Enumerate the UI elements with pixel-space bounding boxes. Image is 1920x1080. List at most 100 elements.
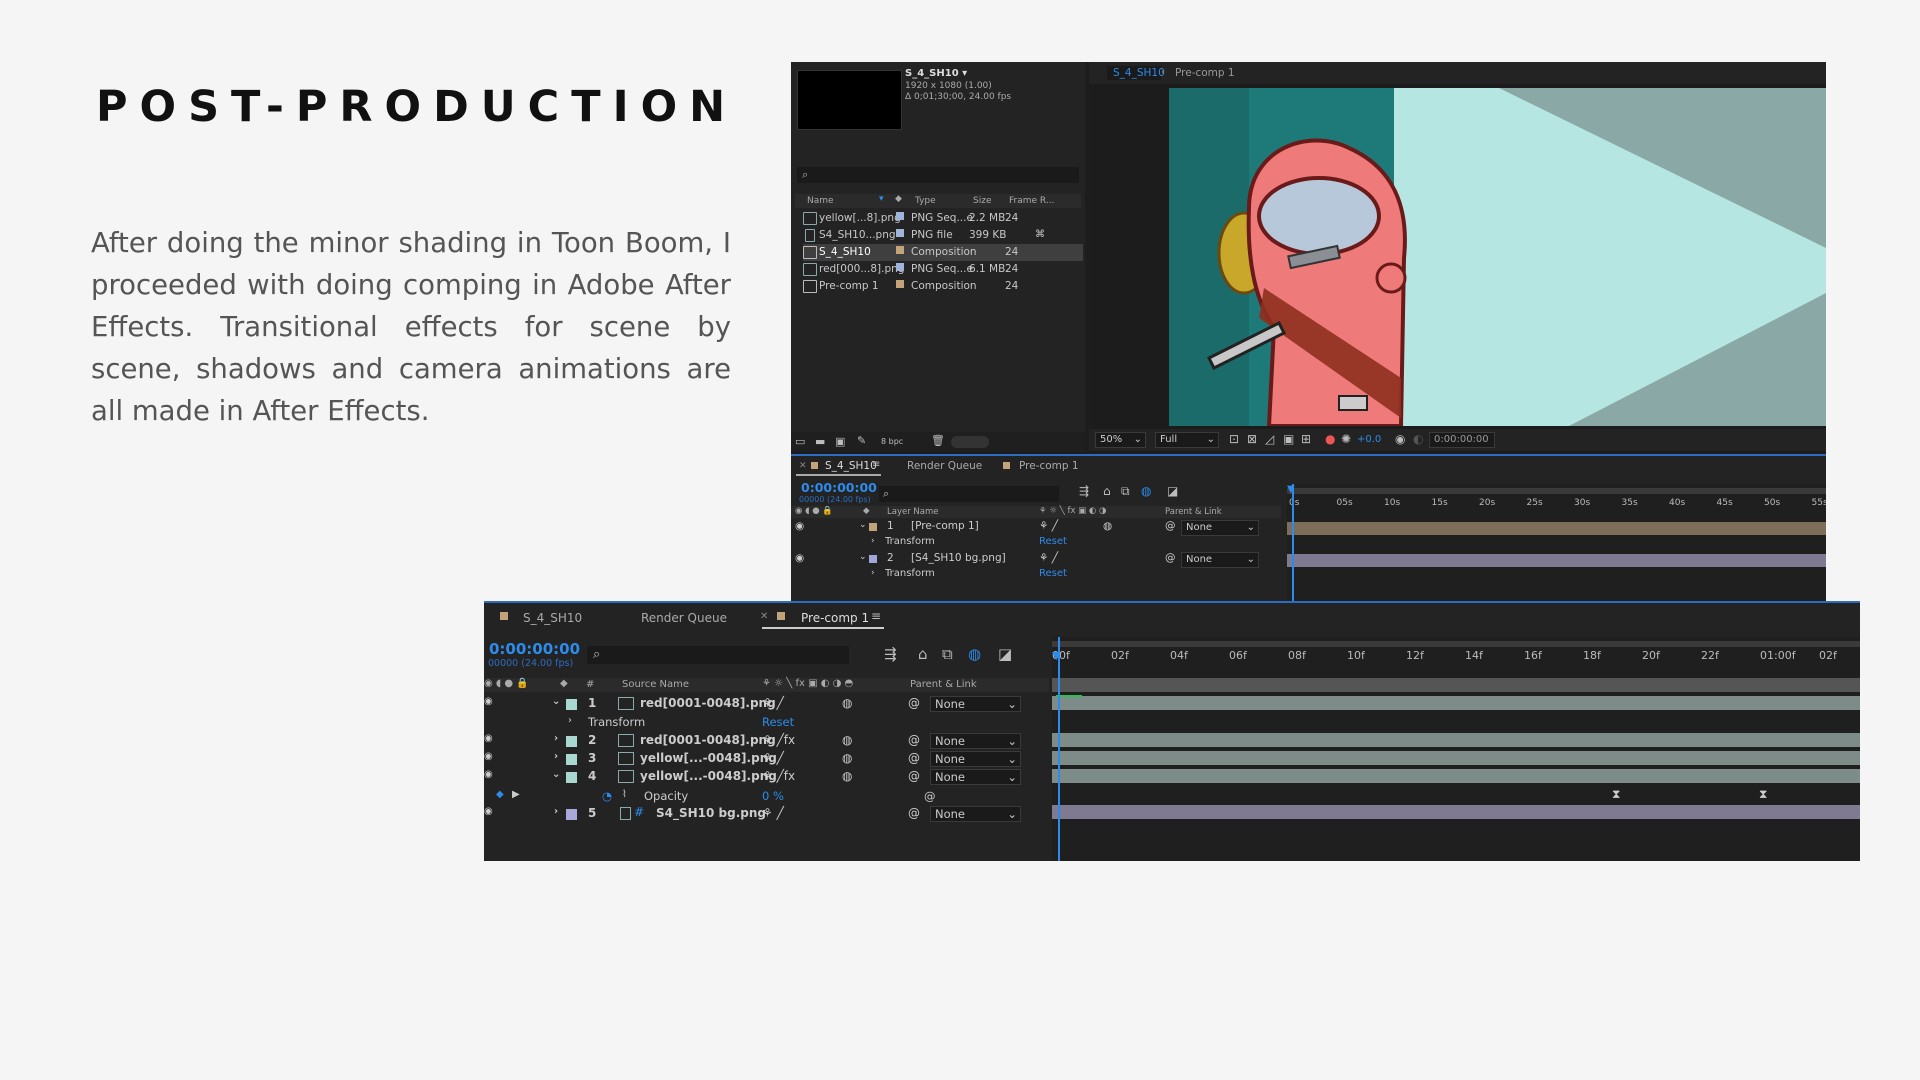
- color-channels-icon[interactable]: ●: [1325, 432, 1335, 446]
- project-item[interactable]: yellow[...8].png PNG Seq...e 2.2 MB 24: [803, 210, 1083, 227]
- motion-blur-icon[interactable]: ◍: [1141, 484, 1151, 498]
- new-comp-icon[interactable]: ▣: [835, 435, 845, 448]
- chevron-right-icon[interactable]: ›: [871, 568, 875, 578]
- timeline-search-input[interactable]: ⌕: [587, 646, 849, 664]
- label-swatch[interactable]: [566, 809, 577, 820]
- safe-zones-icon[interactable]: ▣: [1283, 432, 1294, 446]
- draft-3d-icon[interactable]: ⌂: [918, 645, 928, 663]
- motion-blur-switch-icon[interactable]: ◍: [842, 751, 852, 765]
- parent-dropdown[interactable]: None ⌄: [1181, 552, 1259, 568]
- motion-blur-switch-icon[interactable]: ◍: [842, 769, 852, 783]
- graph-editor-icon[interactable]: ◪: [998, 645, 1012, 663]
- eye-icon[interactable]: ◉: [484, 769, 493, 780]
- draft-3d-icon[interactable]: ⌂: [1103, 484, 1111, 498]
- mask-icon[interactable]: ◿: [1265, 432, 1274, 446]
- parent-dropdown[interactable]: None ⌄: [930, 696, 1021, 712]
- tab-render-queue[interactable]: Render Queue: [907, 460, 982, 472]
- motion-blur-switch-icon[interactable]: ◍: [842, 733, 852, 747]
- pickwhip-icon[interactable]: @: [908, 733, 920, 747]
- playhead-handle-icon[interactable]: ▼: [1287, 484, 1295, 495]
- timeline-track-area[interactable]: 0s 05s 10s 15s 20s 25s 30s 35s 40s 45s 50s 55s ▼: [1287, 484, 1826, 602]
- label-swatch[interactable]: [896, 280, 904, 288]
- close-icon[interactable]: ✕: [799, 461, 807, 471]
- tab-render-queue[interactable]: Render Queue: [641, 611, 727, 625]
- exposure-icon[interactable]: ✺: [1341, 432, 1351, 446]
- pickwhip-icon[interactable]: @: [908, 806, 920, 820]
- layer-name[interactable]: red[0001-0048].png: [640, 733, 776, 747]
- pickwhip-icon[interactable]: @: [908, 696, 920, 710]
- layer-name[interactable]: S4_SH10 bg.png: [656, 806, 766, 820]
- layer-bar[interactable]: [1052, 678, 1860, 692]
- grid-icon[interactable]: ⊞: [1301, 432, 1311, 446]
- keyframe-nav-icon[interactable]: ◆: [496, 789, 504, 800]
- motion-blur-switch-icon[interactable]: ◍: [842, 696, 852, 710]
- tab-s4-sh10[interactable]: S_4_SH10: [523, 611, 582, 625]
- transform-label[interactable]: Transform: [588, 715, 645, 729]
- parent-dropdown[interactable]: None ⌄: [1181, 520, 1259, 536]
- layer-row[interactable]: ◉ ⌄ 2 [S4_SH10 bg.png] ⚘ ╱ @ None ⌄: [791, 552, 1281, 568]
- reset-link[interactable]: Reset: [1039, 568, 1067, 579]
- resolution-dropdown[interactable]: Full ⌄: [1155, 432, 1219, 448]
- time-ruler[interactable]: 00f 02f 04f 06f 08f 10f 12f 14f 16f 18f 20f 22f 01:0…: [1052, 647, 1860, 667]
- eye-icon[interactable]: ◉: [484, 751, 493, 762]
- layer-bar[interactable]: [1052, 805, 1860, 819]
- layer-name[interactable]: yellow[...-0048].png: [640, 751, 777, 765]
- eye-icon[interactable]: ◉: [484, 733, 493, 744]
- viewer-tab-active[interactable]: S_4_SH10: [1113, 67, 1165, 79]
- layer-row[interactable]: ◉ ⌄ 1 [Pre-comp 1] ⚘ ╱ ◍ @ None ⌄: [791, 520, 1281, 536]
- project-item[interactable]: Pre-comp 1 Composition 24: [803, 278, 1083, 295]
- motion-blur-icon[interactable]: ◍: [968, 645, 981, 663]
- zoom-dropdown[interactable]: 50% ⌄: [1095, 432, 1146, 448]
- playhead-handle-icon[interactable]: ▼: [1052, 649, 1060, 662]
- collapse-switch-icon[interactable]: ⚘ ╱: [762, 696, 784, 710]
- work-area-bar[interactable]: [1287, 488, 1826, 494]
- menu-icon[interactable]: ≡: [871, 609, 881, 623]
- pickwhip-icon[interactable]: @: [908, 769, 920, 783]
- keyframe-icon[interactable]: ⧗: [1612, 787, 1620, 802]
- layer-bar[interactable]: [1287, 554, 1826, 567]
- layer-name[interactable]: yellow[...-0048].png: [640, 769, 777, 783]
- label-swatch[interactable]: [566, 772, 577, 783]
- transparency-grid-icon[interactable]: ⊠: [1247, 432, 1257, 446]
- col-parent-link[interactable]: Parent & Link: [1165, 507, 1222, 517]
- layer-name[interactable]: [Pre-comp 1]: [911, 520, 979, 532]
- comp-flowchart-icon[interactable]: ⇶: [884, 645, 897, 663]
- label-swatch[interactable]: [869, 523, 877, 531]
- label-swatch[interactable]: [896, 229, 904, 237]
- project-item[interactable]: red[000...8].png PNG Seq...e 6.1 MB 24: [803, 261, 1083, 278]
- current-time-display[interactable]: 0:00:00:00: [801, 480, 877, 495]
- interpret-footage-icon[interactable]: ▭: [795, 435, 805, 448]
- chevron-down-icon[interactable]: ⌄: [552, 696, 560, 707]
- col-type[interactable]: Type: [915, 196, 936, 206]
- layer-row[interactable]: ◉ › 3 yellow[...-0048].png ⚘ ╱ ◍ @ None ⌄: [484, 751, 1049, 767]
- opacity-value[interactable]: 0 %: [762, 789, 784, 803]
- collapse-switch-icon[interactable]: ⚘ ╱: [1039, 520, 1058, 532]
- pickwhip-icon[interactable]: @: [1165, 520, 1176, 532]
- collapse-switch-icon[interactable]: ⚘ ╱: [762, 751, 784, 765]
- transform-label[interactable]: Transform: [885, 536, 935, 547]
- label-swatch[interactable]: [896, 263, 904, 271]
- project-item-selected[interactable]: S_4_SH10 Composition 24: [803, 244, 1083, 261]
- layer-row[interactable]: ◉ › 2 red[0001-0048].png ⚘ ╱fx ◍ @ None ⌄: [484, 733, 1049, 749]
- graph-editor-icon[interactable]: ◪: [1167, 484, 1178, 498]
- playhead[interactable]: [1292, 484, 1294, 602]
- exposure-value[interactable]: +0.0: [1357, 434, 1381, 445]
- label-swatch[interactable]: [896, 246, 904, 254]
- trash-icon[interactable]: 🗑: [931, 434, 945, 447]
- shy-layers-icon[interactable]: ⧉: [1121, 484, 1130, 499]
- project-search-input[interactable]: ⌕: [797, 167, 1079, 183]
- time-ruler[interactable]: 0s 05s 10s 15s 20s 25s 30s 35s 40s 45s 50s 55s: [1287, 496, 1826, 516]
- transform-row[interactable]: › Transform Reset: [791, 568, 1281, 584]
- stopwatch-icon[interactable]: ◔: [602, 789, 612, 803]
- label-swatch[interactable]: [566, 736, 577, 747]
- opacity-property-row[interactable]: ◆ ▶ ◔ ⌇ Opacity 0 % @: [484, 789, 1049, 805]
- eye-icon[interactable]: ◉: [484, 806, 493, 817]
- show-snapshot-icon[interactable]: ◐: [1413, 432, 1423, 446]
- tab-pre-comp-1[interactable]: Pre-comp 1: [801, 611, 869, 625]
- eye-icon[interactable]: ◉: [795, 520, 804, 532]
- chevron-down-icon[interactable]: ⌄: [552, 769, 560, 780]
- collapse-switch-icon[interactable]: ⚘ ╱fx: [762, 769, 795, 783]
- bit-depth[interactable]: 8 bpc: [881, 437, 903, 446]
- eye-icon[interactable]: ◉: [484, 696, 493, 707]
- tab-s4-sh10[interactable]: S_4_SH10: [825, 460, 877, 472]
